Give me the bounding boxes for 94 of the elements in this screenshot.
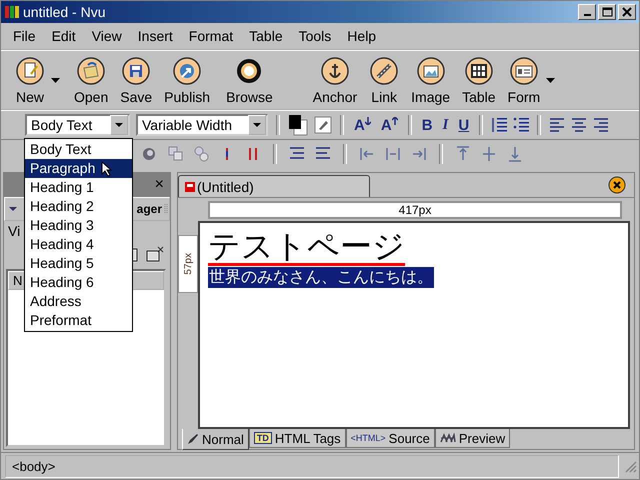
bulleted-list-icon[interactable]	[513, 116, 530, 134]
align-top-icon[interactable]	[455, 145, 471, 163]
view-tab[interactable]: TD HTML Tags	[248, 429, 346, 448]
menu-item[interactable]: Edit	[46, 28, 82, 44]
minimize-button[interactable]	[578, 4, 596, 20]
grip-icon	[164, 203, 168, 215]
bold-button[interactable]: B	[420, 116, 435, 134]
align-bottom-icon[interactable]	[507, 145, 523, 163]
menu-option[interactable]: Preformat	[25, 311, 132, 330]
up-arrow-icon	[392, 116, 398, 124]
menu-option[interactable]: Address	[25, 292, 132, 311]
numbered-list-icon[interactable]	[491, 116, 508, 134]
menu-option[interactable]: Heading 2	[25, 197, 132, 216]
toolbar-button[interactable]: Open	[68, 56, 114, 104]
menu-item[interactable]: Tools	[292, 28, 338, 44]
dropdown-arrow-icon[interactable]	[9, 207, 17, 211]
new-page-icon	[15, 56, 45, 86]
picture-icon	[416, 56, 446, 86]
dropdown-arrow-icon	[115, 123, 123, 127]
folder-icon	[76, 56, 106, 86]
underline-button[interactable]: U	[456, 116, 472, 134]
close-button[interactable]	[618, 4, 636, 20]
html-label: <HTML>	[350, 433, 386, 443]
view-tab[interactable]: Normal	[182, 429, 249, 450]
menu-item[interactable]: File	[7, 28, 42, 44]
toolbar-button[interactable]: Table	[456, 56, 502, 104]
menu-item[interactable]: Table	[243, 28, 289, 44]
app-icon	[4, 4, 20, 20]
width-ruler: 417px	[208, 201, 622, 219]
close-icon[interactable]	[608, 176, 626, 194]
overlap-circles-icon[interactable]	[193, 145, 209, 163]
resize-grip-icon	[623, 459, 637, 473]
mouse-pointer-icon	[101, 160, 112, 176]
floppy-disk-icon	[121, 56, 152, 86]
italic-button[interactable]: I	[440, 116, 450, 134]
menu-item[interactable]: Format	[182, 28, 240, 44]
tag-badge: TD	[254, 432, 272, 444]
menu-item[interactable]: Insert	[132, 28, 179, 44]
menu-option[interactable]: Heading 5	[25, 254, 132, 273]
overlap-squares-icon[interactable]	[167, 145, 183, 163]
toolbar-button[interactable]: Save	[114, 56, 158, 104]
close-button[interactable]: ×	[154, 176, 164, 194]
menu-item[interactable]: Help	[341, 28, 382, 44]
window-title: untitled - Nvu	[23, 4, 106, 20]
dropdown-arrow-icon[interactable]	[546, 78, 556, 82]
panel-title: ager	[136, 202, 162, 216]
align-left-icon[interactable]	[549, 116, 566, 134]
triangles-icon	[440, 433, 456, 443]
view-tab[interactable]: Preview	[434, 429, 510, 448]
toolbar-button[interactable]: Anchor	[306, 56, 364, 104]
menu-option[interactable]: Heading 1	[25, 178, 132, 197]
panel-label: Vi	[7, 222, 22, 241]
toolbar-button[interactable]: Browse	[220, 56, 279, 104]
color-swatch-icon[interactable]	[288, 114, 308, 136]
menu-option[interactable]: Body Text	[25, 140, 132, 159]
document-tab[interactable]: (Untitled)	[178, 175, 370, 197]
menu-option[interactable]: Heading 6	[25, 273, 132, 292]
font-dropdown[interactable]: Variable Width	[136, 114, 268, 136]
toolbar-button[interactable]: Image	[405, 56, 456, 104]
align-center-icon[interactable]	[571, 116, 588, 134]
selected-paragraph: 世界のみなさん、こんにちは。	[208, 267, 434, 288]
form-icon	[508, 56, 539, 86]
menu-option[interactable]: Heading 4	[25, 235, 132, 254]
dropdown-arrow-icon[interactable]	[51, 78, 60, 82]
toolbar-button[interactable]: Form	[502, 56, 546, 104]
align-right-arrows-icon[interactable]	[411, 145, 427, 163]
align-right-icon[interactable]	[593, 116, 610, 134]
menu-item[interactable]: View	[86, 28, 128, 44]
height-ruler: 57px	[178, 235, 198, 293]
anchor-icon	[320, 56, 350, 86]
decrease-font-button[interactable]: A	[352, 116, 373, 134]
menu-option[interactable]: Paragraph	[25, 159, 132, 178]
toolbar-button[interactable]: Link	[363, 56, 406, 104]
align-middle-arrows-icon[interactable]	[385, 145, 401, 163]
paragraph-format-dropdown[interactable]: Body Text	[25, 114, 130, 136]
close-icon	[620, 6, 634, 18]
editing-canvas[interactable]: テストページ 世界のみなさん、こんにちは。	[198, 221, 630, 429]
toolbar-button[interactable]: New	[9, 56, 51, 104]
page-icon	[185, 182, 195, 192]
increase-font-button[interactable]: A	[378, 116, 400, 134]
menu-option[interactable]: Heading 3	[25, 216, 132, 235]
down-arrow-icon	[364, 116, 371, 124]
eraser-icon[interactable]	[314, 116, 332, 134]
table-grid-icon	[464, 56, 494, 86]
align-left-arrows-icon[interactable]	[359, 145, 375, 163]
maximize-icon	[600, 6, 614, 18]
toolbar-button[interactable]: Publish	[158, 56, 216, 104]
target-icon[interactable]	[141, 145, 157, 163]
pen-icon	[187, 433, 199, 445]
status-text: <body>	[5, 454, 619, 478]
view-tab[interactable]: <HTML> Source	[346, 429, 435, 448]
dropdown-arrow-icon	[253, 123, 261, 127]
minimize-icon	[584, 14, 590, 16]
maximize-button[interactable]	[598, 4, 616, 20]
